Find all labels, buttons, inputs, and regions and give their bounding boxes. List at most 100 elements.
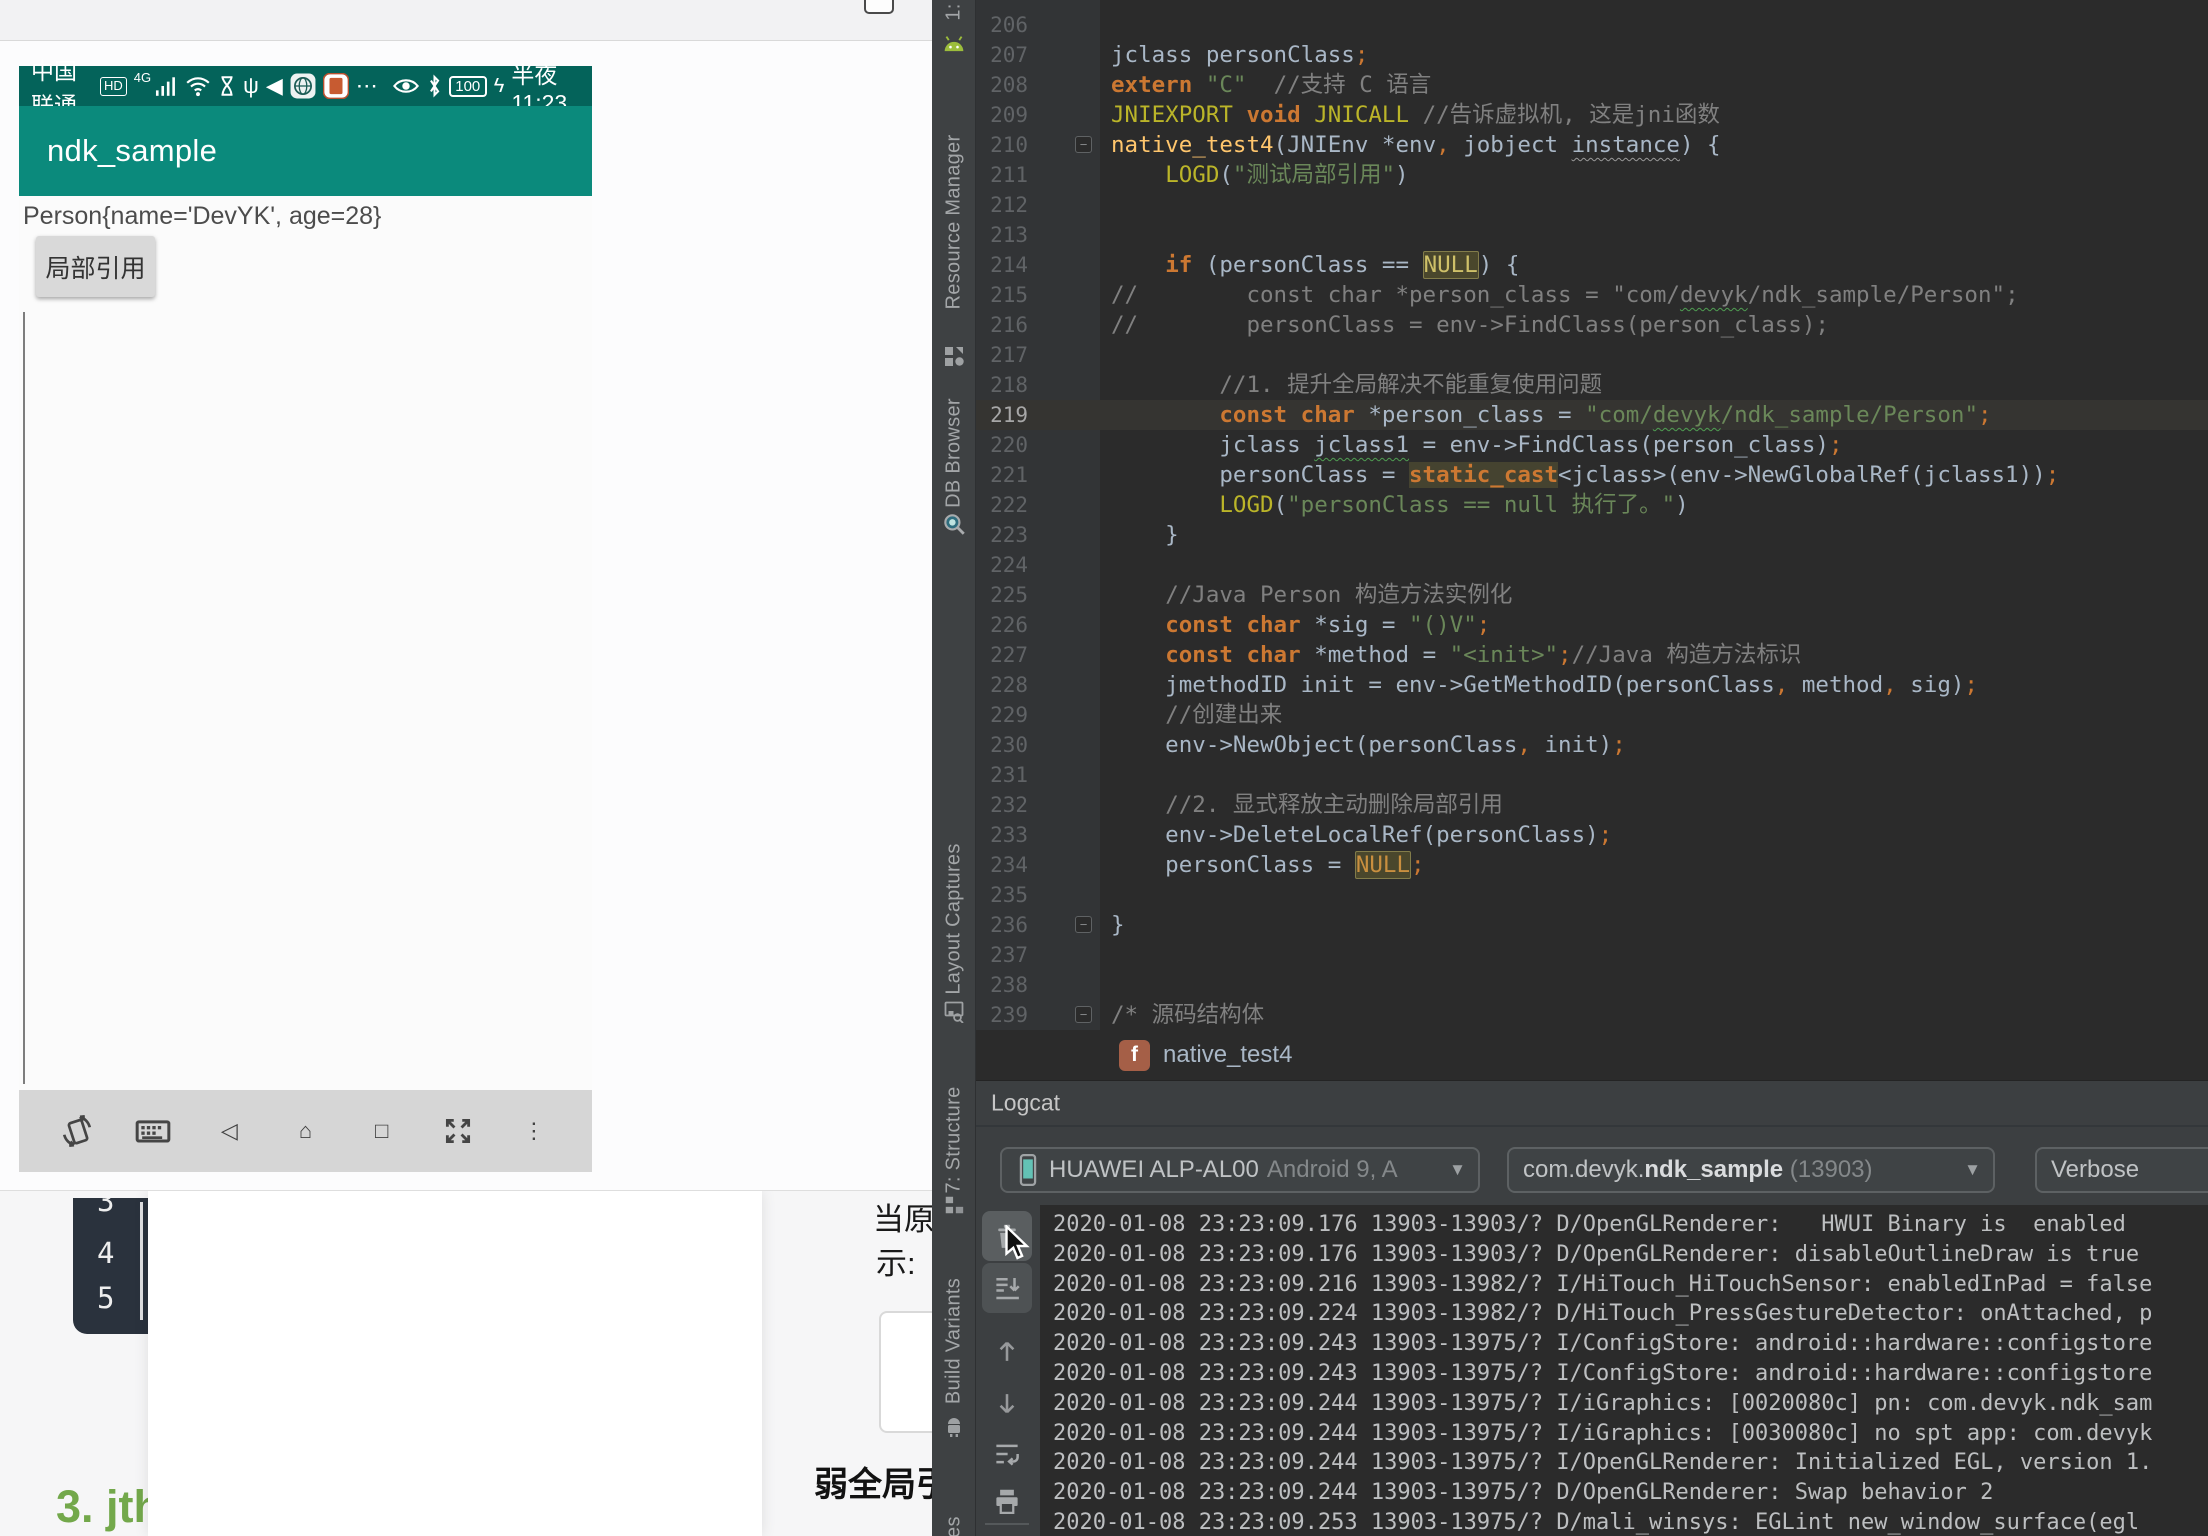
code-line[interactable]: 217 — [975, 340, 2208, 370]
code-line[interactable]: 232 //2. 显式释放主动删除局部引用 — [975, 790, 2208, 820]
code-text: jclass personClass; — [1100, 40, 1368, 70]
code-line[interactable]: 227 const char *method = "<init>";//Java… — [975, 640, 2208, 670]
code-text: jclass jclass1 = env->FindClass(person_c… — [1100, 430, 1843, 460]
down-arrow-button[interactable] — [982, 1379, 1032, 1429]
code-line[interactable]: 223 } — [975, 520, 2208, 550]
code-line[interactable]: 226 const char *sig = "()V"; — [975, 610, 2208, 640]
soft-wrap-button[interactable] — [982, 1429, 1032, 1479]
log-level-selector[interactable]: Verbose ▼ — [2035, 1147, 2208, 1193]
code-text: } — [1100, 910, 1125, 940]
fullscreen-icon — [441, 1114, 475, 1148]
keyboard-button[interactable] — [131, 1109, 175, 1153]
phone-screen: 中国联通 HD 4G ψ◀⋯ 100 ϟ 半夜11:23 ndk_sample … — [19, 66, 592, 1172]
app-badge-icon — [323, 73, 349, 99]
code-line[interactable]: 229 //创建出来 — [975, 700, 2208, 730]
code-line[interactable]: 231 — [975, 760, 2208, 790]
fold-marker-icon[interactable]: − — [1075, 1006, 1092, 1023]
process-prefix: com.devyk. — [1523, 1156, 1644, 1184]
back-button[interactable]: ◁ — [207, 1109, 251, 1153]
code-editor[interactable]: 206207jclass personClass;208extern "C" /… — [975, 0, 2208, 1030]
status-icons-right — [392, 74, 442, 98]
code-line[interactable]: 206 — [975, 10, 2208, 40]
edittext-edge — [23, 312, 25, 1084]
code-line[interactable]: 224 — [975, 550, 2208, 580]
code-line[interactable]: 211 LOGD("测试局部引用") — [975, 160, 2208, 190]
code-line[interactable]: 230 env->NewObject(personClass, init); — [975, 730, 2208, 760]
log-line: 2020-01-08 23:23:09.176 13903-13903/? D/… — [1053, 1240, 2208, 1270]
code-line[interactable]: 220 jclass jclass1 = env->FindClass(pers… — [975, 430, 2208, 460]
device-selector[interactable]: HUAWEI ALP-AL00 Android 9, A ▼ — [1000, 1147, 1480, 1193]
code-line[interactable]: 219 const char *person_class = "com/devy… — [975, 400, 2208, 430]
line-number: 216 — [975, 310, 1100, 340]
print-button[interactable] — [982, 1476, 1032, 1526]
logcat-tab[interactable]: Logcat — [991, 1090, 1060, 1117]
code-line[interactable]: 218 //1. 提升全局解决不能重复使用问题 — [975, 370, 2208, 400]
function-icon: f — [1119, 1040, 1150, 1071]
code-line[interactable]: 234 personClass = NULL; — [975, 850, 2208, 880]
code-text — [1100, 550, 1111, 580]
globe-badge-icon — [290, 73, 316, 99]
code-line[interactable]: 233 env->DeleteLocalRef(personClass); — [975, 820, 2208, 850]
more-button[interactable]: ⋮ — [512, 1109, 556, 1153]
line-number: 237 — [975, 940, 1100, 970]
code-line[interactable]: 239−/* 源码结构体 — [975, 1000, 2208, 1030]
line-number: 224 — [975, 550, 1100, 580]
window-icon-partial[interactable] — [864, 0, 894, 14]
process-selector[interactable]: com.devyk.ndk_sample (13903) ▼ — [1507, 1147, 1995, 1193]
code-line[interactable]: 212 — [975, 190, 2208, 220]
code-line[interactable]: 225 //Java Person 构造方法实例化 — [975, 580, 2208, 610]
breadcrumb-function[interactable]: native_test4 — [1163, 1041, 1292, 1069]
webpage-code-block: 345 — [73, 1198, 148, 1334]
up-arrow-button[interactable] — [982, 1326, 1032, 1376]
fullscreen-button[interactable] — [436, 1109, 480, 1153]
line-number: 212 — [975, 190, 1100, 220]
line-number: 226 — [975, 610, 1100, 640]
stripe-tab-resource-manager[interactable]: Resource Manager — [942, 135, 965, 310]
fold-marker-icon[interactable]: − — [1075, 916, 1092, 933]
code-line[interactable]: 236−} — [975, 910, 2208, 940]
code-line[interactable]: 221 personClass = static_cast<jclass>(en… — [975, 460, 2208, 490]
code-text: personClass = static_cast<jclass>(env->N… — [1100, 460, 2059, 490]
back-icon: ◁ — [221, 1120, 238, 1142]
stripe-tab-7-structure[interactable]: 7: Structure — [942, 1087, 965, 1194]
code-line[interactable]: 238 — [975, 970, 2208, 1000]
code-line[interactable]: 208extern "C" //支持 C 语言 — [975, 70, 2208, 100]
local-ref-button[interactable]: 局部引用 — [36, 236, 155, 297]
code-text: native_test4(JNIEnv *env, jobject instan… — [1100, 130, 1721, 160]
code-text: } — [1100, 520, 1179, 550]
stripe-tab-layout-captures[interactable]: Layout Captures — [942, 843, 965, 994]
code-line[interactable]: 209JNIEXPORT void JNICALL //告诉虚拟机, 这是jni… — [975, 100, 2208, 130]
code-line[interactable]: 214 if (personClass == NULL) { — [975, 250, 2208, 280]
scroll-to-end-button[interactable] — [982, 1263, 1032, 1313]
code-line[interactable]: 237 — [975, 940, 2208, 970]
rotate-button[interactable] — [55, 1109, 99, 1153]
code-line[interactable]: 215// const char *person_class = "com/de… — [975, 280, 2208, 310]
line-number: 230 — [975, 730, 1100, 760]
code-line[interactable]: 213 — [975, 220, 2208, 250]
db-browser-icon — [941, 511, 967, 537]
fold-marker-icon[interactable]: − — [1075, 136, 1092, 153]
code-line[interactable]: 228 jmethodID init = env->GetMethodID(pe… — [975, 670, 2208, 700]
code-text: env->NewObject(personClass, init); — [1100, 730, 1626, 760]
code-text: //2. 显式释放主动删除局部引用 — [1100, 790, 1503, 820]
logcat-header: Logcat — [975, 1081, 2208, 1127]
code-line[interactable]: 235 — [975, 880, 2208, 910]
code-line[interactable]: 216// personClass = env->FindClass(perso… — [975, 310, 2208, 340]
emulator-window: 中国联通 HD 4G ψ◀⋯ 100 ϟ 半夜11:23 ndk_sample … — [0, 41, 932, 1191]
code-line[interactable]: 210−native_test4(JNIEnv *env, jobject in… — [975, 130, 2208, 160]
line-number: 206 — [975, 10, 1100, 40]
webpage-heading: 3. jth — [56, 1481, 161, 1533]
code-line[interactable]: 207jclass personClass; — [975, 40, 2208, 70]
stripe-tab-db-browser[interactable]: DB Browser — [942, 398, 965, 508]
code-text — [1100, 10, 1111, 40]
overview-button[interactable]: □ — [360, 1109, 404, 1153]
app-title: ndk_sample — [47, 133, 217, 169]
emulator-toolbar: ◁ ⌂ □ ⋮ — [19, 1090, 592, 1172]
stripe-tab-build-variants[interactable]: Build Variants — [942, 1278, 965, 1404]
stripe-tab-partial-bottom[interactable]: tes — [942, 1516, 965, 1536]
home-button[interactable]: ⌂ — [283, 1109, 327, 1153]
code-line[interactable]: 222 LOGD("personClass == null 执行了。") — [975, 490, 2208, 520]
logcat-filters: HUAWEI ALP-AL00 Android 9, A ▼ com.devyk… — [975, 1127, 2208, 1205]
stripe-tab-project-partial[interactable]: 1: — [942, 3, 965, 20]
code-text: //Java Person 构造方法实例化 — [1100, 580, 1512, 610]
